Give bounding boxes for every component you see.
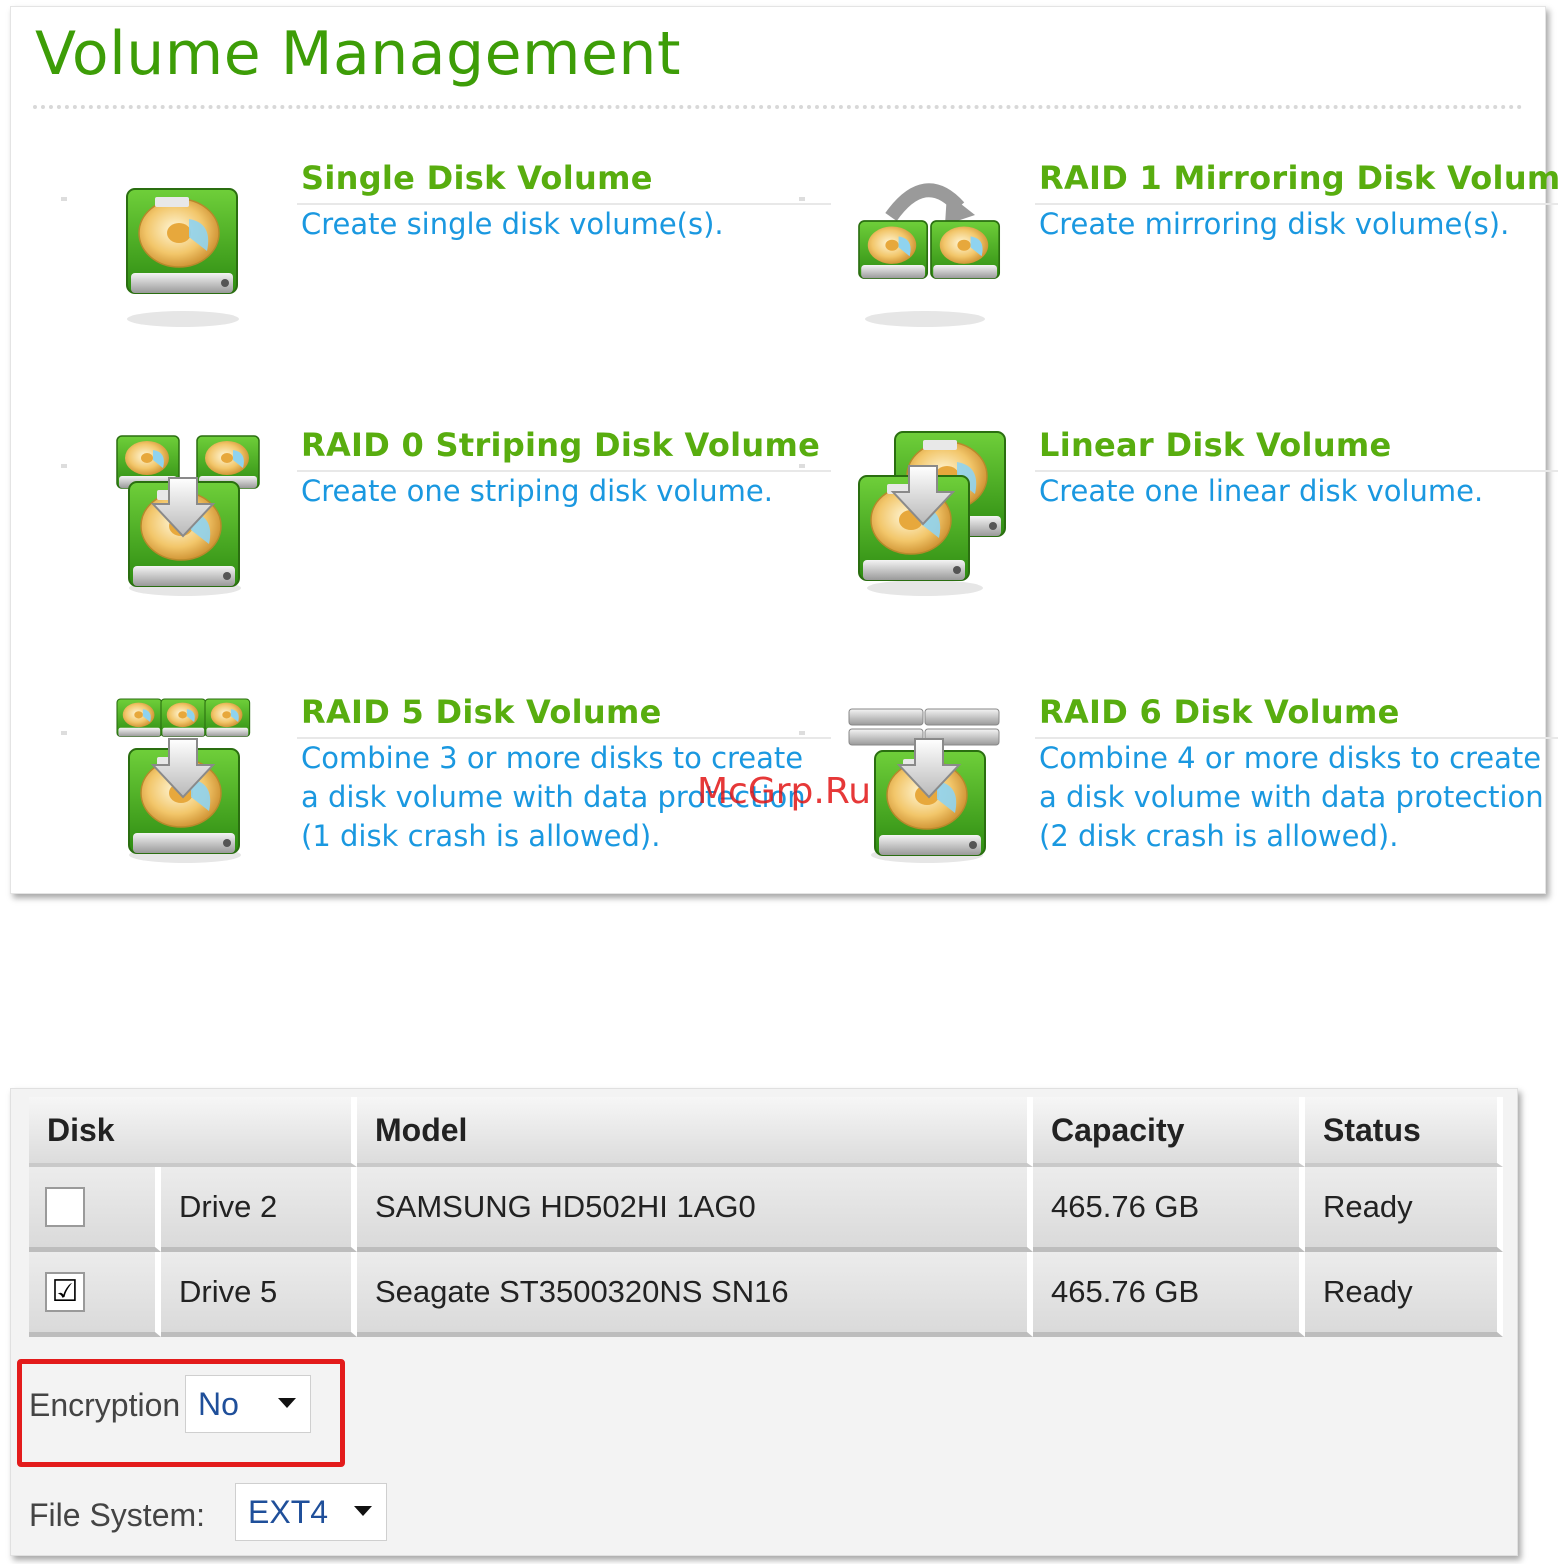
- drive-capacity: 465.76 GB: [1033, 1167, 1305, 1252]
- description-line: Create mirroring disk volume(s).: [1039, 207, 1510, 241]
- option-description[interactable]: Create single disk volume(s).: [301, 205, 801, 244]
- drive-capacity: 465.76 GB: [1033, 1252, 1305, 1337]
- page-title: Volume Management: [35, 19, 681, 89]
- raid0-stripe-icon: [116, 435, 260, 596]
- description-line: a disk volume with data protection: [1039, 780, 1544, 814]
- table-row[interactable]: ☑ Drive 5 Seagate ST3500320NS SN16 465.7…: [29, 1252, 1503, 1337]
- chevron-down-icon: [354, 1506, 372, 1516]
- option-title[interactable]: Linear Disk Volume: [1039, 426, 1392, 464]
- description-line: Create one linear disk volume.: [1039, 474, 1484, 508]
- option-title[interactable]: RAID 6 Disk Volume: [1039, 693, 1400, 731]
- column-header-status[interactable]: Status: [1305, 1097, 1503, 1167]
- raid1-mirror-icon: [858, 183, 1001, 327]
- bullet-dot: [799, 464, 805, 468]
- linear-disk-icon: [858, 431, 1006, 596]
- description-line: Combine 4 or more disks to create: [1039, 741, 1542, 775]
- encryption-value: No: [198, 1385, 239, 1422]
- option-description[interactable]: Combine 4 or more disks to create a disk…: [1039, 739, 1544, 856]
- option-description[interactable]: Create mirroring disk volume(s).: [1039, 205, 1539, 244]
- option-title[interactable]: RAID 1 Mirroring Disk Volume: [1039, 159, 1558, 197]
- chevron-down-icon: [278, 1398, 296, 1408]
- option-raid6[interactable]: RAID 6 Disk Volume Combine 4 or more dis…: [799, 693, 1558, 893]
- option-raid1-mirroring[interactable]: RAID 1 Mirroring Disk Volume Create mirr…: [799, 159, 1558, 359]
- file-system-value: EXT4: [248, 1493, 329, 1530]
- option-description[interactable]: Create one striping disk volume.: [301, 472, 801, 511]
- drive-checkbox[interactable]: [45, 1187, 85, 1227]
- table-header-row: Disk Model Capacity Status: [29, 1097, 1503, 1167]
- encryption-select[interactable]: No: [185, 1375, 311, 1433]
- option-title[interactable]: RAID 5 Disk Volume: [301, 693, 662, 731]
- file-system-label: File System:: [29, 1497, 206, 1533]
- description-line: (1 disk crash is allowed).: [301, 819, 661, 853]
- bullet-dot: [799, 731, 805, 735]
- bullet-dot: [799, 197, 805, 201]
- drive-model: Seagate ST3500320NS SN16: [357, 1252, 1033, 1337]
- single-disk-icon: [126, 188, 239, 327]
- raid5-disk-icon: [116, 698, 251, 863]
- drive-name: Drive 2: [161, 1167, 357, 1252]
- disk-table: Disk Model Capacity Status Drive 2 SAMSU…: [29, 1097, 1503, 1337]
- column-header-disk[interactable]: Disk: [29, 1097, 357, 1167]
- option-linear-disk[interactable]: Linear Disk Volume Create one linear dis…: [799, 426, 1558, 626]
- option-description[interactable]: Create one linear disk volume.: [1039, 472, 1539, 511]
- description-line: Create single disk volume(s).: [301, 207, 724, 241]
- drive-status: Ready: [1305, 1167, 1503, 1252]
- option-title[interactable]: RAID 0 Striping Disk Volume: [301, 426, 820, 464]
- checkbox-cell: [29, 1167, 161, 1252]
- option-title[interactable]: Single Disk Volume: [301, 159, 653, 197]
- title-divider: [33, 105, 1523, 109]
- disk-selection-panel: Disk Model Capacity Status Drive 2 SAMSU…: [10, 1088, 1518, 1556]
- encryption-label: Encryption: [29, 1387, 181, 1423]
- checkbox-cell: ☑: [29, 1252, 161, 1337]
- description-line: (2 disk crash is allowed).: [1039, 819, 1399, 853]
- bullet-dot: [61, 464, 67, 468]
- drive-name: Drive 5: [161, 1252, 357, 1337]
- volume-management-panel: Volume Management Single Disk Volume Cre…: [10, 6, 1558, 894]
- option-single-disk[interactable]: Single Disk Volume Create single disk vo…: [61, 159, 831, 359]
- description-line: Create one striping disk volume.: [301, 474, 773, 508]
- column-header-model[interactable]: Model: [357, 1097, 1033, 1167]
- bullet-dot: [61, 197, 67, 201]
- drive-status: Ready: [1305, 1252, 1503, 1337]
- watermark: McGrp.Ru: [697, 771, 872, 812]
- file-system-select[interactable]: EXT4: [235, 1483, 387, 1541]
- column-header-capacity[interactable]: Capacity: [1033, 1097, 1305, 1167]
- drive-checkbox[interactable]: ☑: [45, 1272, 85, 1312]
- bullet-dot: [61, 731, 67, 735]
- table-row[interactable]: Drive 2 SAMSUNG HD502HI 1AG0 465.76 GB R…: [29, 1167, 1503, 1252]
- drive-model: SAMSUNG HD502HI 1AG0: [357, 1167, 1033, 1252]
- option-raid0-striping[interactable]: RAID 0 Striping Disk Volume Create one s…: [61, 426, 831, 626]
